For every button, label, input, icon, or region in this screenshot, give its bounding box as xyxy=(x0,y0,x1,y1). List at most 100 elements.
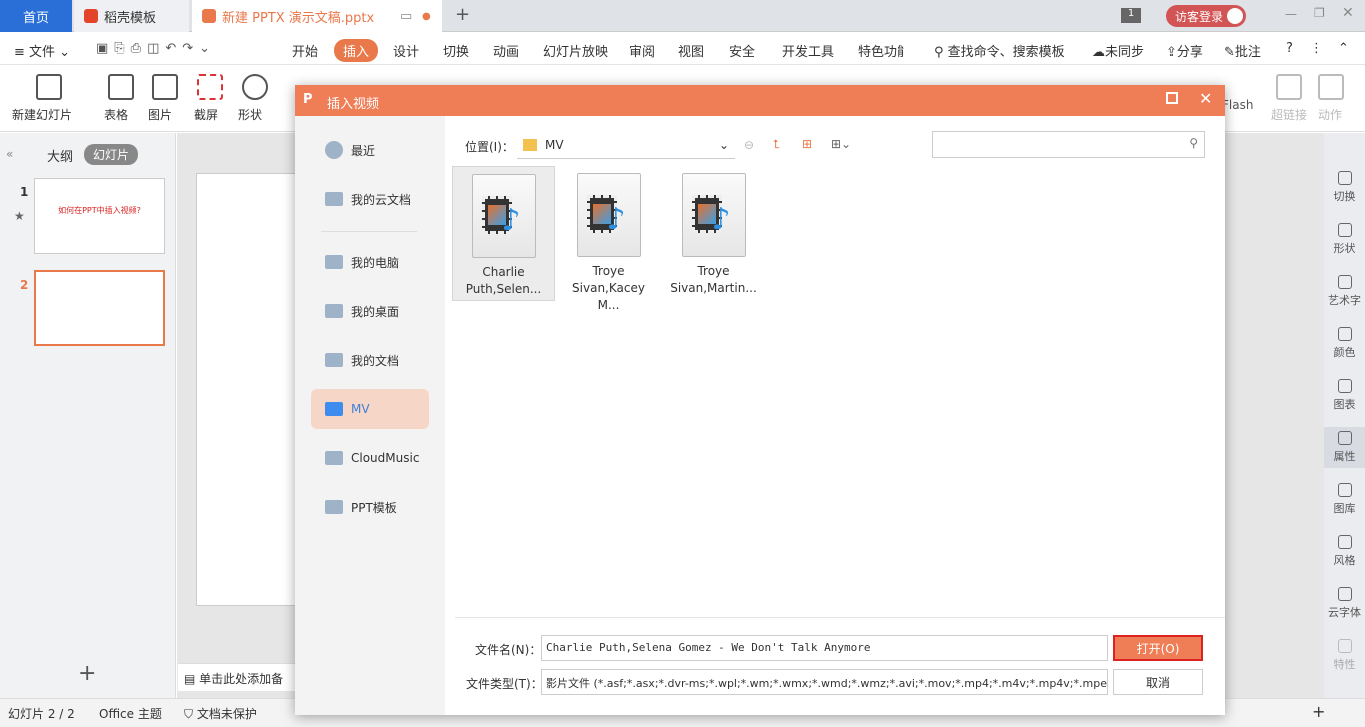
nav-cloud-docs[interactable]: 我的云文档 xyxy=(311,179,429,219)
folder-icon xyxy=(523,138,537,151)
collapse-panel-icon[interactable]: « xyxy=(6,147,13,161)
search-input[interactable]: ⚲ xyxy=(932,131,1205,158)
minimize-icon[interactable]: — xyxy=(1285,7,1297,21)
file-item[interactable]: ♪ Troye Sivan,Martin... xyxy=(662,166,765,301)
zoom-in-icon[interactable]: + xyxy=(1312,702,1325,721)
menu-bar: ≡ 文件 ⌄ ▣⎘⎙◫↶↷⌄ 开始 插入 设计 切换 动画 幻灯片放映 审阅 视… xyxy=(0,33,1365,65)
docer-logo-icon xyxy=(84,9,98,23)
tab-templates[interactable]: 稻壳模板 xyxy=(74,0,189,32)
open-button[interactable]: 打开(O) xyxy=(1113,635,1203,661)
menu-developer[interactable]: 开发工具 xyxy=(782,41,834,60)
nav-my-computer[interactable]: 我的电脑 xyxy=(311,242,429,282)
nav-cloudmusic[interactable]: CloudMusic xyxy=(311,438,429,478)
sidebar-wordart[interactable]: 艺术字 xyxy=(1324,275,1365,308)
sidebar-color[interactable]: 颜色 xyxy=(1324,327,1365,360)
menu-insert[interactable]: 插入 xyxy=(334,39,379,62)
menu-file[interactable]: ≡ 文件 ⌄ xyxy=(14,41,70,60)
file-item[interactable]: ♪ Charlie Puth,Selen... xyxy=(452,166,555,301)
file-name-line2: Sivan,Martin... xyxy=(670,281,757,295)
slide-canvas[interactable] xyxy=(196,173,306,606)
slide-thumbnail-2[interactable] xyxy=(34,270,165,346)
sidebar-properties[interactable]: 属性 xyxy=(1324,427,1365,468)
visitor-login-button[interactable]: 访客登录 xyxy=(1166,5,1246,27)
document-protection[interactable]: ⛉ 文档未保护 xyxy=(184,705,257,722)
menu-start[interactable]: 开始 xyxy=(292,41,318,60)
nav-my-computer-label: 我的电脑 xyxy=(351,255,400,270)
share-button[interactable]: ⇪分享 xyxy=(1166,41,1203,60)
sync-status[interactable]: ☁未同步 xyxy=(1092,41,1144,60)
collapse-ribbon-icon[interactable]: ⌃ xyxy=(1338,41,1349,56)
nav-ppt-templates[interactable]: PPT模板 xyxy=(311,487,429,527)
file-item[interactable]: ♪ Troye Sivan,Kacey M... xyxy=(557,166,660,312)
tab-document[interactable]: 新建 PPTX 演示文稿.pptx ▭ ● xyxy=(192,0,442,32)
menu-slideshow[interactable]: 幻灯片放映 xyxy=(543,41,608,60)
login-label: 访客登录 xyxy=(1175,9,1224,24)
hyperlink-button[interactable]: 超链接 xyxy=(1271,106,1307,123)
new-slide-button[interactable]: 新建幻灯片 xyxy=(12,106,72,123)
sidebar-shape[interactable]: 形状 xyxy=(1324,223,1365,256)
sidebar-feature[interactable]: 特性 xyxy=(1324,639,1365,672)
slide-thumbnail-panel: « 大纲 幻灯片 1 ★ 如何在PPT中插入视频? 2 + xyxy=(0,133,176,698)
menu-file-label: 文件 xyxy=(29,45,56,60)
menu-design[interactable]: 设计 xyxy=(393,41,419,60)
menu-review[interactable]: 审阅 xyxy=(629,41,655,60)
close-dialog-icon[interactable]: ✕ xyxy=(1199,89,1212,108)
up-folder-icon[interactable]: ⮤ xyxy=(773,137,780,152)
tab-outline[interactable]: 大纲 xyxy=(47,146,73,165)
more-icon[interactable]: ⋮ xyxy=(1310,41,1323,56)
sidebar-cloud-font[interactable]: 云字体 xyxy=(1324,587,1365,620)
menu-view[interactable]: 视图 xyxy=(678,41,704,60)
theme-name[interactable]: Office 主题 xyxy=(99,705,162,722)
location-label: 位置(I)： xyxy=(465,140,514,154)
new-folder-icon[interactable]: ⊞ xyxy=(802,137,812,151)
new-tab-icon[interactable]: + xyxy=(455,4,470,25)
menu-transition[interactable]: 切换 xyxy=(443,41,469,60)
tab-slides[interactable]: 幻灯片 xyxy=(84,144,139,165)
filename-input[interactable]: Charlie Puth,Selena Gomez - We Don't Tal… xyxy=(541,635,1108,661)
add-slide-icon[interactable]: + xyxy=(78,661,96,686)
comment-label: 批注 xyxy=(1234,45,1261,60)
comment-button[interactable]: ✎批注 xyxy=(1224,41,1261,60)
view-mode-icon[interactable]: ⊞⌄ xyxy=(831,137,851,151)
sidebar-style[interactable]: 风格 xyxy=(1324,535,1365,568)
back-icon[interactable]: ⊖ xyxy=(744,138,754,152)
filetype-select[interactable]: 影片文件 (*.asf;*.asx;*.dvr-ms;*.wpl;*.wm;*.… xyxy=(541,669,1108,695)
transition-icon xyxy=(1337,171,1352,185)
menu-animation[interactable]: 动画 xyxy=(493,41,519,60)
location-select[interactable]: MV ⌄ xyxy=(517,131,735,159)
nav-cloudmusic-label: CloudMusic xyxy=(351,451,420,465)
sidebar-cloud-font-label: 云字体 xyxy=(1328,606,1361,619)
window-tab-bar: 首页 稻壳模板 新建 PPTX 演示文稿.pptx ▭ ● + 1 访客登录 —… xyxy=(0,0,1365,32)
window-count-badge[interactable]: 1 xyxy=(1121,8,1141,23)
tab-home[interactable]: 首页 xyxy=(0,0,72,32)
sidebar-gallery[interactable]: 图库 xyxy=(1324,483,1365,516)
shape-button[interactable]: 形状 xyxy=(238,106,262,123)
cancel-button[interactable]: 取消 xyxy=(1113,669,1203,695)
maximize-icon[interactable] xyxy=(1166,92,1178,104)
sidebar-transition[interactable]: 切换 xyxy=(1324,171,1365,204)
slide-thumbnail-1[interactable]: 如何在PPT中插入视频? xyxy=(34,178,165,254)
sidebar-wordart-label: 艺术字 xyxy=(1328,294,1361,307)
table-button[interactable]: 表格 xyxy=(104,106,128,123)
nav-desktop[interactable]: 我的桌面 xyxy=(311,291,429,331)
notes-area[interactable]: ▤ 单击此处添加备 xyxy=(178,663,298,691)
picture-button[interactable]: 图片 xyxy=(148,106,172,123)
quick-access-icons[interactable]: ▣⎘⎙◫↶↷⌄ xyxy=(96,41,216,56)
nav-my-documents[interactable]: 我的文档 xyxy=(311,340,429,380)
restore-icon[interactable]: ❐ xyxy=(1314,6,1325,20)
search-command[interactable]: ⚲ 查找命令、搜索模板 xyxy=(934,41,1065,60)
sidebar-chart-label: 图表 xyxy=(1333,398,1356,411)
notes-icon: ▤ xyxy=(184,672,200,686)
close-window-icon[interactable]: ✕ xyxy=(1342,5,1354,21)
action-button[interactable]: 动作 xyxy=(1318,106,1342,123)
screenshot-button[interactable]: 截屏 xyxy=(194,106,218,123)
video-file-icon: ♪ xyxy=(471,174,536,258)
flash-button[interactable]: Flash xyxy=(1222,98,1253,112)
sidebar-chart[interactable]: 图表 xyxy=(1324,379,1365,412)
nav-recent[interactable]: 最近 xyxy=(311,130,429,170)
menu-security[interactable]: 安全 xyxy=(729,41,755,60)
monitor-icon[interactable]: ▭ xyxy=(400,9,412,24)
nav-mv[interactable]: MV xyxy=(311,389,429,429)
help-icon[interactable]: ? xyxy=(1286,41,1293,56)
menu-features[interactable]: 特色功能 xyxy=(858,41,904,60)
